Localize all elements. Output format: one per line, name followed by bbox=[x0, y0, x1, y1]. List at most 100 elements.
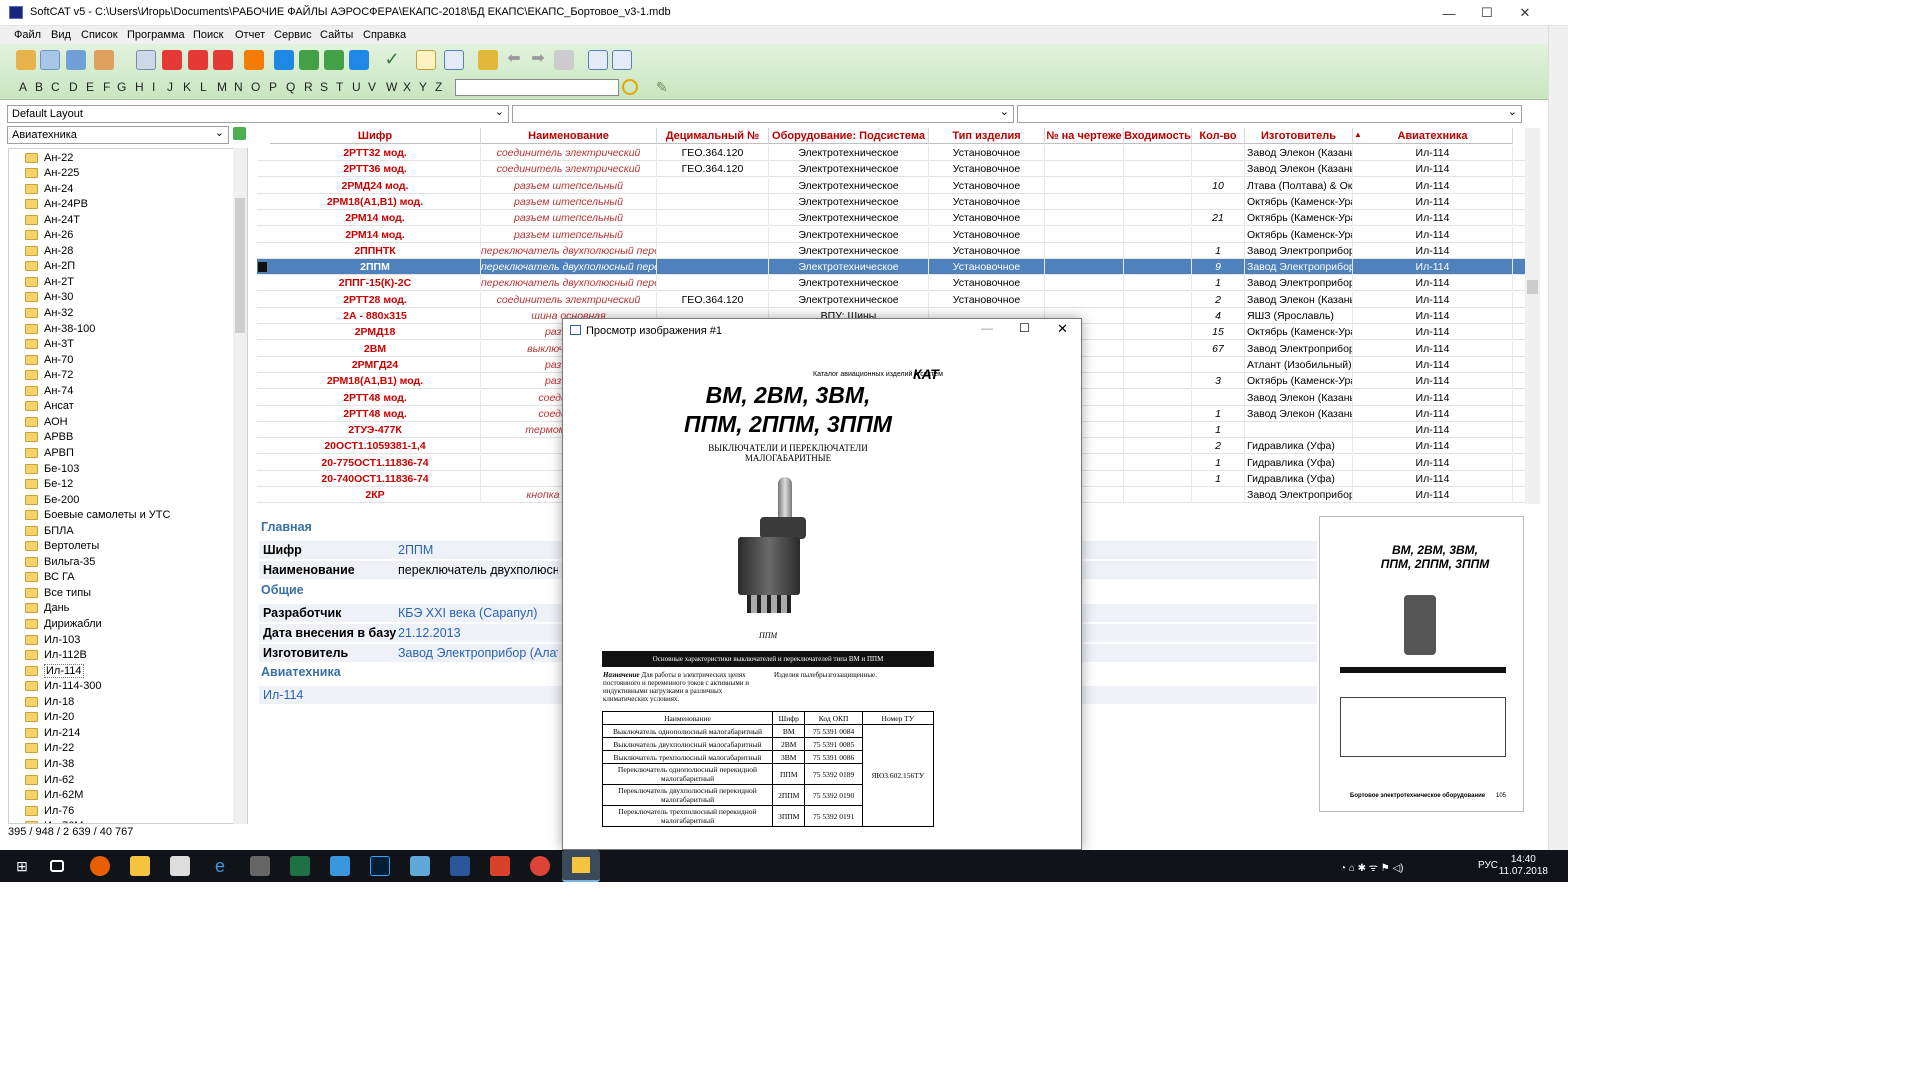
tree-item[interactable]: Боевые самолеты и УТС bbox=[25, 508, 170, 523]
table-row[interactable]: 2ППНТК переключатель двухполюсный перек Эл… bbox=[257, 242, 1540, 259]
table-row[interactable]: 2РМ14 мод. разъем штепсельный Электротехни… bbox=[257, 210, 1540, 227]
alpha-filter-g[interactable]: G bbox=[117, 80, 126, 94]
close-button[interactable]: ✕ bbox=[1502, 0, 1548, 26]
pdf-icon[interactable] bbox=[490, 856, 510, 876]
settings-icon[interactable] bbox=[94, 50, 114, 70]
prop-value[interactable]: 2ППМ bbox=[398, 543, 558, 557]
softcat-taskbar-button[interactable] bbox=[562, 850, 600, 882]
app-icon-3[interactable] bbox=[330, 856, 350, 876]
alpha-filter-z[interactable]: Z bbox=[435, 80, 442, 94]
table-row[interactable]: 2РТТ36 мод. соединитель электрический ГЕО.… bbox=[257, 161, 1540, 178]
tree-item[interactable]: Ан-26 bbox=[25, 228, 73, 243]
first-record-icon[interactable] bbox=[274, 50, 294, 70]
language-indicator[interactable]: РУС bbox=[1478, 860, 1498, 871]
tree-item[interactable]: Ил-62 bbox=[25, 772, 74, 787]
tree-item[interactable]: Все типы bbox=[25, 585, 91, 600]
table-row[interactable]: 2ППМ переключатель двухполюсный перек Элек… bbox=[257, 259, 1540, 276]
alpha-filter-k[interactable]: K bbox=[183, 80, 191, 94]
chart-icon[interactable] bbox=[612, 50, 632, 70]
task-view-icon[interactable] bbox=[50, 860, 64, 872]
prop-value[interactable]: Завод Электроприбор (Алатырь) bbox=[398, 646, 558, 660]
word-icon[interactable] bbox=[450, 856, 470, 876]
tree-item[interactable]: Ан-30 bbox=[25, 290, 73, 305]
table-row[interactable]: 2РМ14 мод. разъем штепсельный Электротехни… bbox=[257, 226, 1540, 243]
search-icon[interactable] bbox=[136, 50, 156, 70]
tree-item[interactable]: Ан-24РВ bbox=[25, 197, 88, 212]
table-row[interactable]: 2РТТ32 мод. соединитель электрический ГЕО.… bbox=[257, 145, 1540, 161]
tree-item[interactable]: Ан-32 bbox=[25, 306, 73, 321]
column-header[interactable]: Шифр bbox=[270, 128, 481, 144]
column-header[interactable]: Изготовитель bbox=[1245, 128, 1353, 144]
tree-item[interactable]: Бе-12 bbox=[25, 477, 73, 492]
explorer-icon[interactable] bbox=[130, 856, 150, 876]
database-icon[interactable] bbox=[40, 50, 60, 70]
checklist-icon[interactable] bbox=[416, 50, 436, 70]
tree-item[interactable]: АРВП bbox=[25, 445, 74, 460]
menu-item[interactable]: Вид bbox=[51, 29, 71, 41]
up-icon[interactable] bbox=[188, 50, 208, 70]
app-icon-4[interactable] bbox=[410, 856, 430, 876]
menu-item[interactable]: Программа bbox=[127, 29, 185, 41]
document-icon[interactable] bbox=[588, 50, 608, 70]
table-icon[interactable] bbox=[66, 50, 86, 70]
alpha-filter-m[interactable]: M bbox=[217, 80, 227, 94]
menu-item[interactable]: Файл bbox=[14, 29, 41, 41]
table-row[interactable]: 2РТТ28 мод. соединитель электрический ГЕО.… bbox=[257, 291, 1540, 308]
tree-item[interactable]: Дань bbox=[25, 601, 69, 616]
chrome-icon[interactable] bbox=[530, 856, 550, 876]
prev-record-icon[interactable] bbox=[299, 50, 319, 70]
clock[interactable]: 14:40 11.07.2018 bbox=[1499, 854, 1548, 878]
column-header[interactable]: № на чертеже bbox=[1045, 128, 1124, 144]
alpha-filter-d[interactable]: D bbox=[69, 80, 78, 94]
menu-item[interactable]: Отчет bbox=[235, 29, 265, 41]
table-row[interactable]: 2РМ18(А1,В1) мод. разъем штепсельный Элект… bbox=[257, 193, 1540, 210]
layout-combo[interactable]: Default Layout bbox=[7, 105, 509, 123]
tree-item[interactable]: Вертолеты bbox=[25, 539, 99, 554]
filter-combo-2[interactable] bbox=[512, 105, 1014, 123]
alpha-filter-u[interactable]: U bbox=[352, 80, 361, 94]
tray-icons[interactable]: ◔ ⌂ ✱ ᯤ ⚑ ◁) bbox=[1340, 860, 1403, 874]
grid-scrollbar[interactable] bbox=[1525, 128, 1540, 504]
tree-scrollbar[interactable] bbox=[233, 148, 247, 824]
tree-item[interactable]: Ил-214 bbox=[25, 725, 80, 740]
tree-item[interactable]: АРВВ bbox=[25, 430, 73, 445]
tree-item[interactable]: Бе-200 bbox=[25, 492, 79, 507]
tree-item[interactable]: Ил-76М bbox=[25, 819, 83, 823]
store-icon[interactable] bbox=[170, 856, 190, 876]
tree-item[interactable]: Ил-20 bbox=[25, 710, 74, 725]
tree-item[interactable]: Ил-22 bbox=[25, 741, 74, 756]
tree-item[interactable]: Ил-76 bbox=[25, 803, 74, 818]
tree-item[interactable]: Ан-72 bbox=[25, 368, 73, 383]
alpha-filter-l[interactable]: L bbox=[200, 80, 207, 94]
tree-item[interactable]: Ан-24Т bbox=[25, 212, 80, 227]
add-icon[interactable] bbox=[162, 50, 182, 70]
tree-item[interactable]: Ил-112В bbox=[25, 648, 87, 663]
tree-item[interactable]: Ил-114-300 bbox=[25, 679, 102, 694]
tree-item[interactable]: Ан-2Т bbox=[25, 274, 74, 289]
start-icon[interactable]: ⊞ bbox=[12, 856, 32, 876]
alpha-filter-h[interactable]: H bbox=[135, 80, 144, 94]
pin-icon[interactable]: ✎ bbox=[656, 79, 676, 99]
dialog-maximize-button[interactable]: ☐ bbox=[1019, 321, 1030, 335]
alpha-filter-f[interactable]: F bbox=[103, 80, 110, 94]
alpha-filter-w[interactable]: W bbox=[386, 80, 397, 94]
menu-item[interactable]: Список bbox=[81, 29, 118, 41]
tree-item[interactable]: ВС ГА bbox=[25, 570, 75, 585]
next-record-icon[interactable] bbox=[324, 50, 344, 70]
tree-item[interactable]: Ан-22 bbox=[25, 150, 73, 165]
refresh-icon[interactable] bbox=[244, 50, 264, 70]
tree-item[interactable]: Ил-62М bbox=[25, 788, 83, 803]
tree-item[interactable]: Ил-114 bbox=[25, 663, 84, 678]
column-header[interactable]: Входимость bbox=[1124, 128, 1192, 144]
filter-combo-3[interactable] bbox=[1017, 105, 1522, 123]
tree-item[interactable]: Бе-103 bbox=[25, 461, 79, 476]
tree-item[interactable]: БПЛА bbox=[25, 523, 74, 538]
alpha-filter-c[interactable]: C bbox=[51, 80, 60, 94]
column-header[interactable]: Децимальный № bbox=[657, 128, 769, 144]
home-icon[interactable] bbox=[16, 50, 36, 70]
alpha-filter-e[interactable]: E bbox=[86, 80, 94, 94]
tree-filter-icon[interactable] bbox=[233, 127, 246, 140]
dialog-close-button[interactable]: ✕ bbox=[1057, 321, 1068, 337]
check-icon[interactable]: ✓ bbox=[382, 50, 402, 70]
tree-item[interactable]: АОН bbox=[25, 414, 68, 429]
